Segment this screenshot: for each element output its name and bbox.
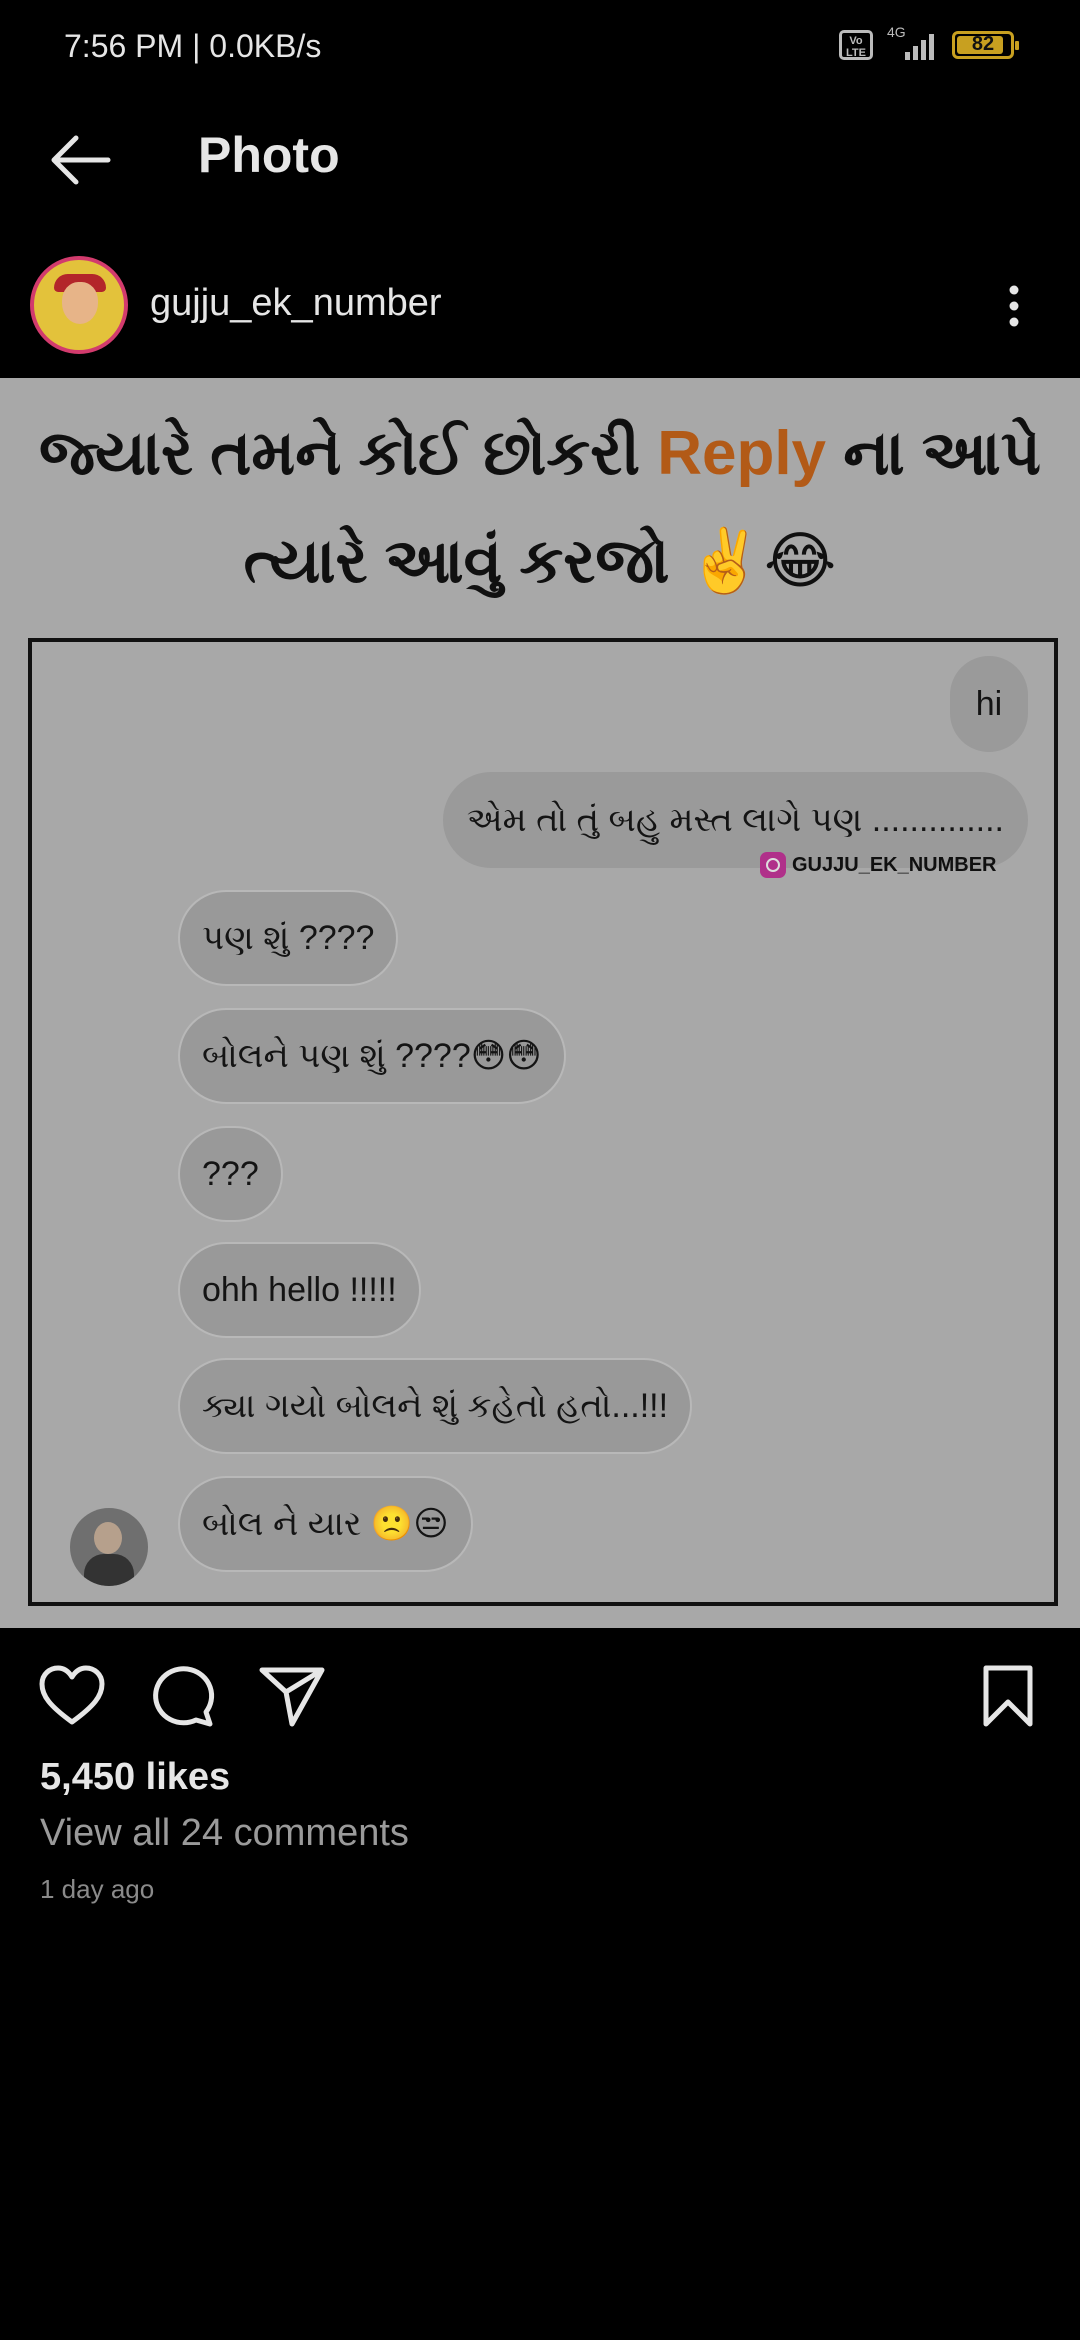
status-time: 7:56 PM | 0.0KB/s xyxy=(64,28,322,64)
author-avatar[interactable] xyxy=(30,256,128,354)
network-type: 4G xyxy=(887,24,906,40)
volte-icon: Vo LTE xyxy=(839,30,873,60)
chat-bubble-sent: hi xyxy=(950,656,1028,752)
post-image[interactable]: જ્યારે તમને કોઈ છોકરી Reply ના આપે ત્યાર… xyxy=(0,378,1080,1628)
page-title: Photo xyxy=(198,127,340,183)
back-arrow-icon[interactable] xyxy=(40,120,120,200)
battery-level: 82 xyxy=(971,33,995,55)
view-comments-link[interactable]: View all 24 comments xyxy=(40,1812,409,1855)
image-headline-line2: ત્યારે આવું કરજો ✌️😂 xyxy=(243,527,837,596)
battery-icon: 82 xyxy=(952,31,1019,59)
instagram-icon xyxy=(760,852,786,878)
heart-icon[interactable] xyxy=(36,1660,108,1732)
chat-bubble-received: ??? xyxy=(178,1126,283,1222)
chat-bubble-received: બોલને પણ શું ????😳😳 xyxy=(178,1008,566,1104)
chat-bubble-received: ohh hello !!!!! xyxy=(178,1242,421,1338)
chat-contact-avatar xyxy=(70,1508,148,1586)
more-vertical-icon[interactable] xyxy=(1002,282,1026,330)
avatar-face xyxy=(62,282,98,324)
chat-bubble-received: ક્યા ગયો બોલને શું કહેતો હતો...!!! xyxy=(178,1358,693,1454)
watermark: GUJJU_EK_NUMBER xyxy=(760,852,997,878)
likes-count[interactable]: 5,450 likes xyxy=(40,1756,230,1799)
chat-bubble-received: બોલ ને યાર 🙁😒 xyxy=(178,1476,473,1572)
chat-screenshot: hi એમ તો તું બહુ મસ્ત લાગે પણ ..........… xyxy=(28,638,1058,1606)
image-headline-line1: જ્યારે તમને કોઈ છોકરી Reply ના આપે xyxy=(39,419,1041,488)
signal-icon: 4G xyxy=(887,24,934,60)
chat-bubble-received: પણ શું ???? xyxy=(178,890,399,986)
bookmark-icon[interactable] xyxy=(972,1660,1044,1732)
post-timestamp: 1 day ago xyxy=(40,1874,155,1904)
comment-icon[interactable] xyxy=(146,1660,218,1732)
send-icon[interactable] xyxy=(256,1660,328,1732)
author-username[interactable]: gujju_ek_number xyxy=(150,282,442,325)
headline-accent-word: Reply xyxy=(657,419,827,488)
status-icons: Vo LTE 4G 82 xyxy=(839,24,1019,60)
